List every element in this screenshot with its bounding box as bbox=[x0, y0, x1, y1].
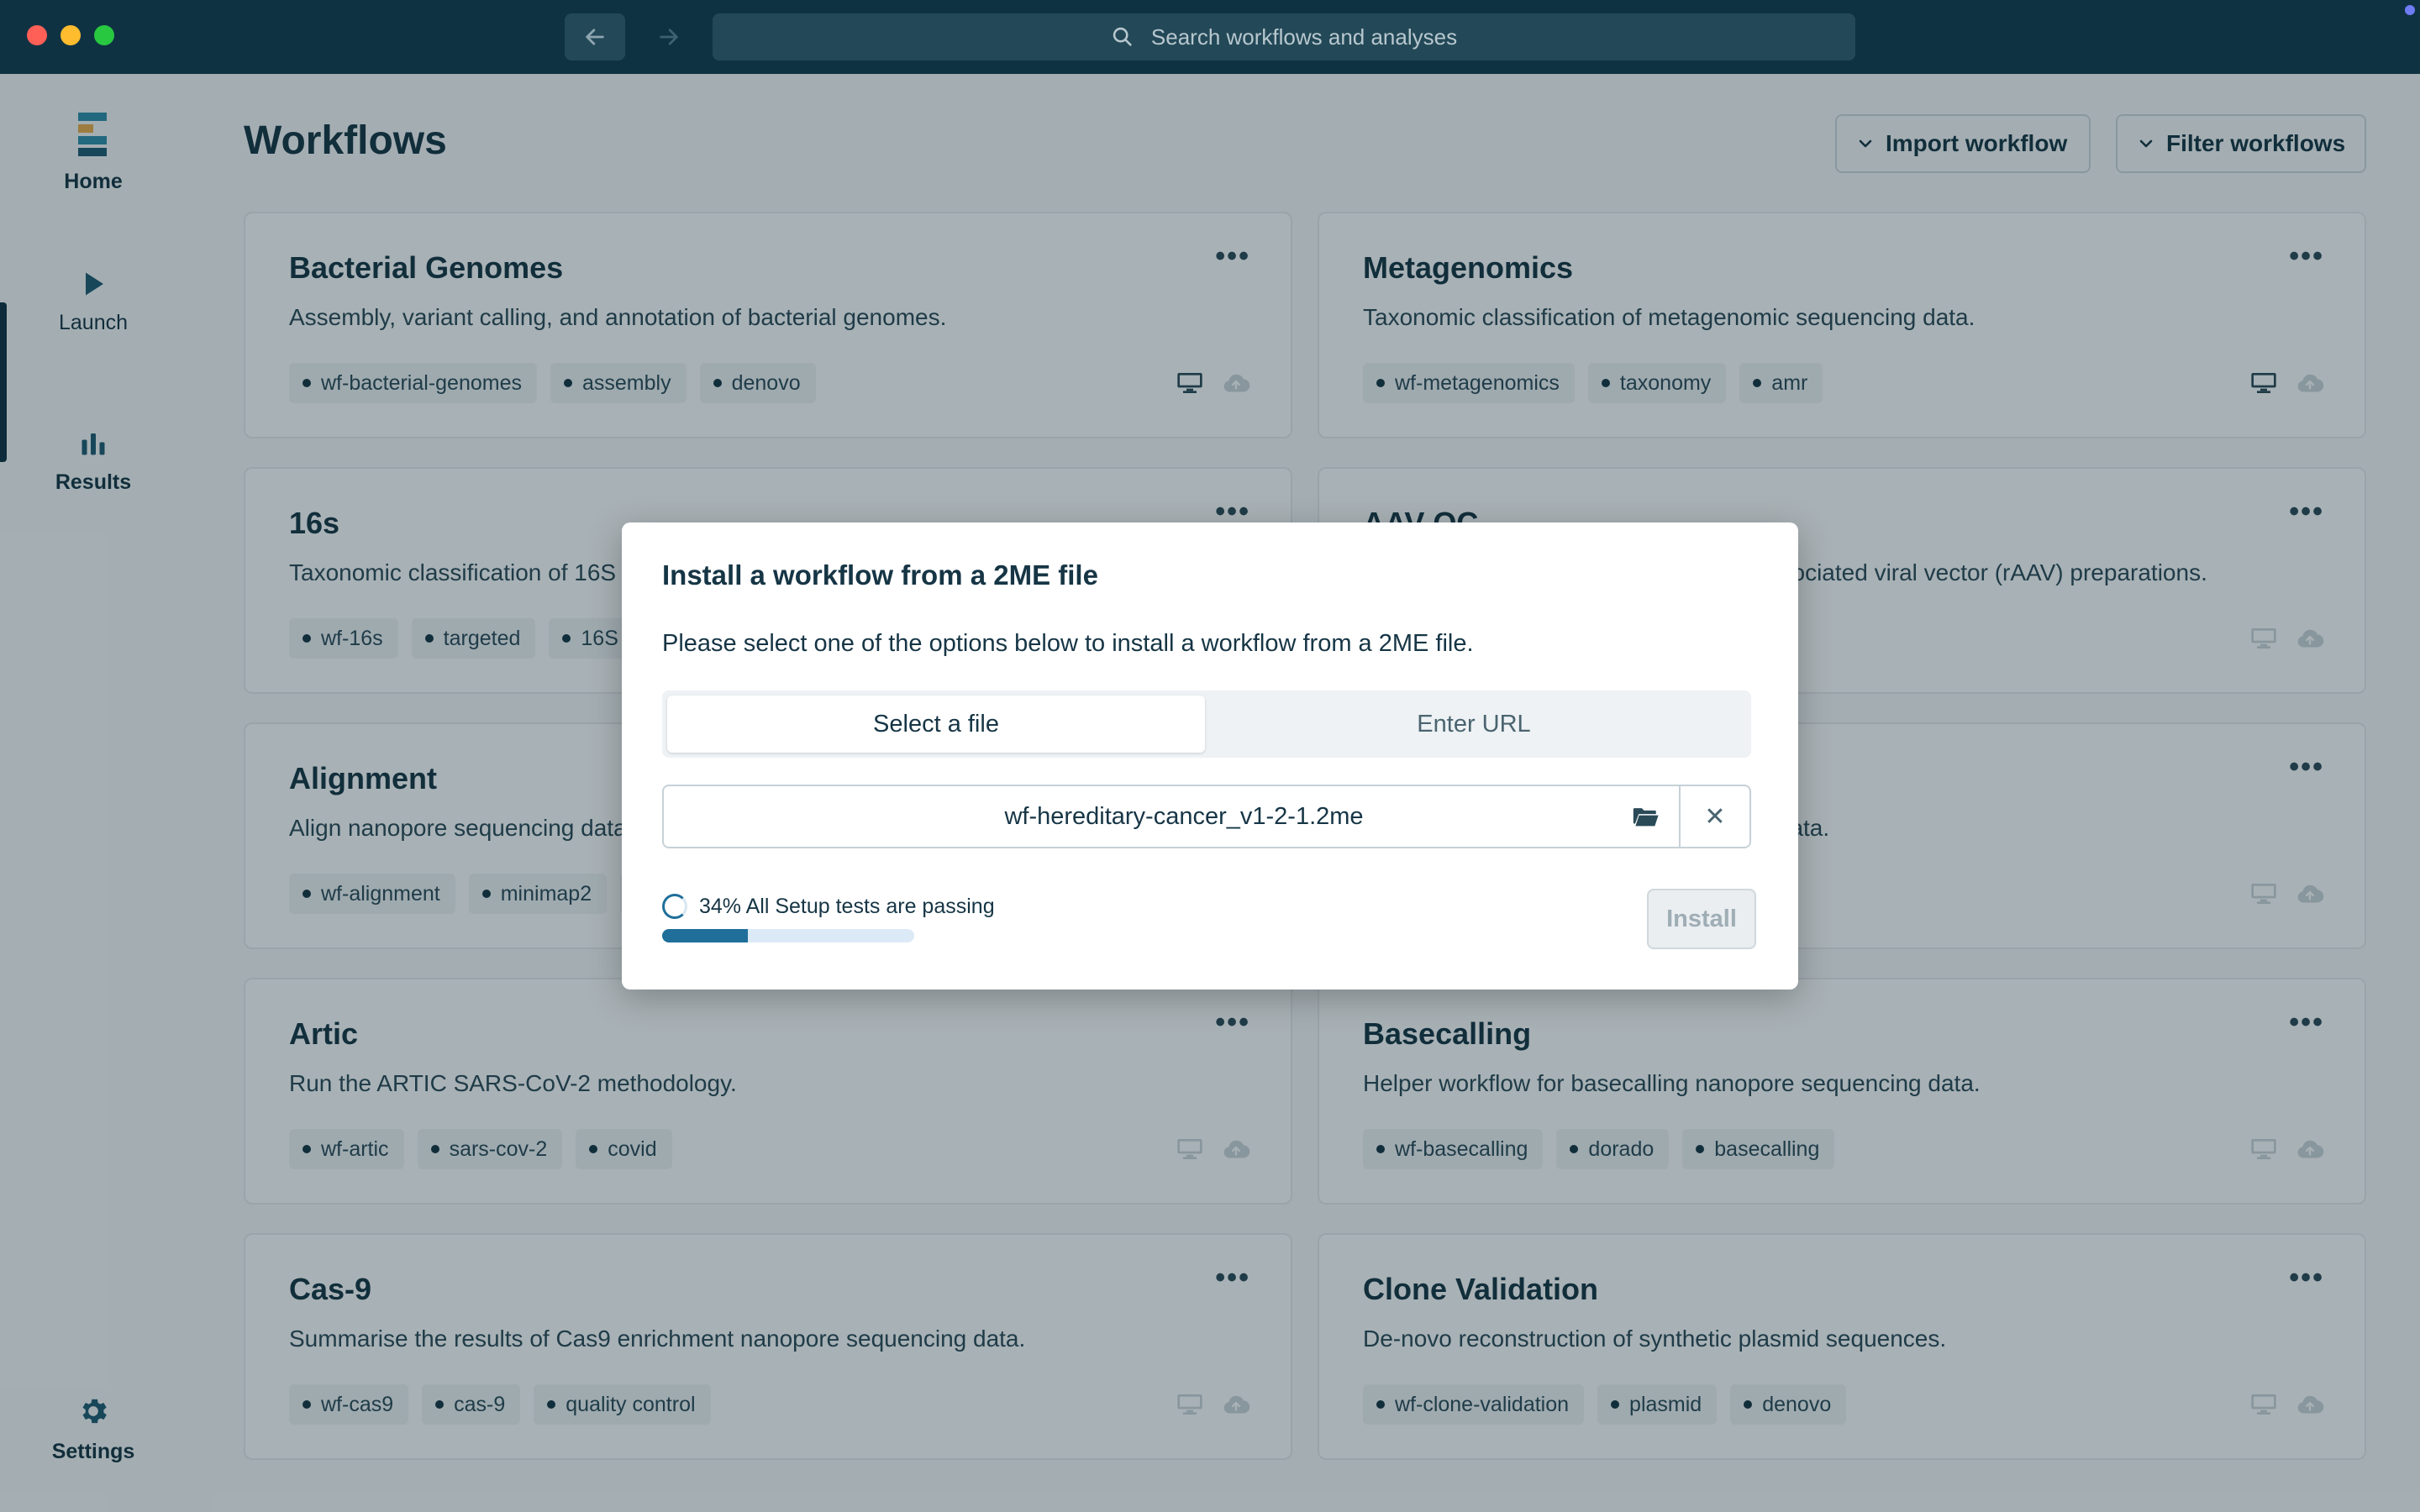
search-icon bbox=[1113, 27, 1132, 46]
folder-open-icon bbox=[1633, 808, 1659, 827]
close-window-button[interactable] bbox=[27, 25, 47, 45]
install-progress-status: 34% All Setup tests are passing bbox=[662, 894, 995, 919]
browse-file-button[interactable] bbox=[1612, 786, 1679, 847]
forward-button[interactable] bbox=[639, 13, 699, 60]
file-path-field[interactable]: wf-hereditary-cancer_v1-2-1.2me ✕ bbox=[662, 785, 1751, 848]
search-placeholder: Search workflows and analyses bbox=[1150, 24, 1458, 50]
spinner-icon bbox=[662, 894, 687, 919]
minimize-window-button[interactable] bbox=[60, 25, 81, 45]
clear-file-button[interactable]: ✕ bbox=[1679, 786, 1749, 847]
arrow-right-icon bbox=[660, 29, 678, 45]
status-dot bbox=[2405, 5, 2415, 15]
maximize-window-button[interactable] bbox=[94, 25, 114, 45]
back-button[interactable] bbox=[565, 13, 625, 60]
install-source-tabs: Select a file Enter URL bbox=[662, 690, 1751, 758]
selected-file-name: wf-hereditary-cancer_v1-2-1.2me bbox=[1004, 802, 1364, 830]
progress-bar-fill bbox=[662, 929, 748, 942]
install-button[interactable]: Install bbox=[1647, 889, 1756, 949]
dialog-subtitle: Please select one of the options below t… bbox=[662, 630, 1474, 657]
window-titlebar: Search workflows and analyses bbox=[0, 0, 2420, 74]
close-icon: ✕ bbox=[1704, 802, 1726, 831]
dialog-title: Install a workflow from a 2ME file bbox=[662, 559, 1098, 591]
tab-enter-url[interactable]: Enter URL bbox=[1205, 696, 1743, 753]
progress-text: 34% All Setup tests are passing bbox=[699, 894, 995, 918]
arrow-left-icon bbox=[586, 29, 604, 45]
tab-select-file[interactable]: Select a file bbox=[667, 696, 1205, 753]
install-workflow-dialog: Install a workflow from a 2ME file Pleas… bbox=[622, 522, 1798, 990]
search-bar[interactable]: Search workflows and analyses bbox=[713, 13, 1855, 60]
progress-bar bbox=[662, 929, 914, 942]
